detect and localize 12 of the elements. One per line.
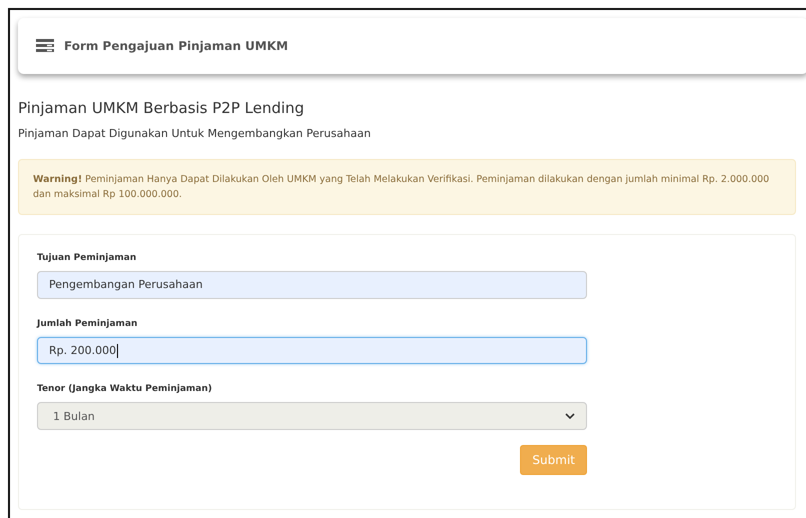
page-heading: Pinjaman UMKM Berbasis P2P Lending [18,99,306,117]
chevron-down-icon [565,413,575,420]
page-subheading: Pinjaman Dapat Digunakan Untuk Mengembangkan Perusahaan [18,127,372,140]
field-label: Tujuan Peminjaman [37,253,138,263]
warning-alert: Warning! Peminjaman Hanya Dapat Dilakukan Oleh UMKM yang Telah Melakukan Verifikasi. Peminjaman dilakukan dengan jumlah minimal Rp. 2.000.000 dan maksimal Rp 100.000.000. [18,159,796,215]
header-title: Form Pengajuan Pinjaman UMKM [64,39,288,53]
select-field[interactable]: 1 Bulan [37,402,587,430]
list-icon [36,39,54,53]
field-label: Tenor (Jangka Waktu Peminjaman) [37,384,213,394]
input-field[interactable]: Pengembangan Perusahaan [37,271,587,299]
input-field[interactable]: Rp. 200.000 [37,336,587,364]
field-label: Jumlah Peminjaman [37,318,138,329]
